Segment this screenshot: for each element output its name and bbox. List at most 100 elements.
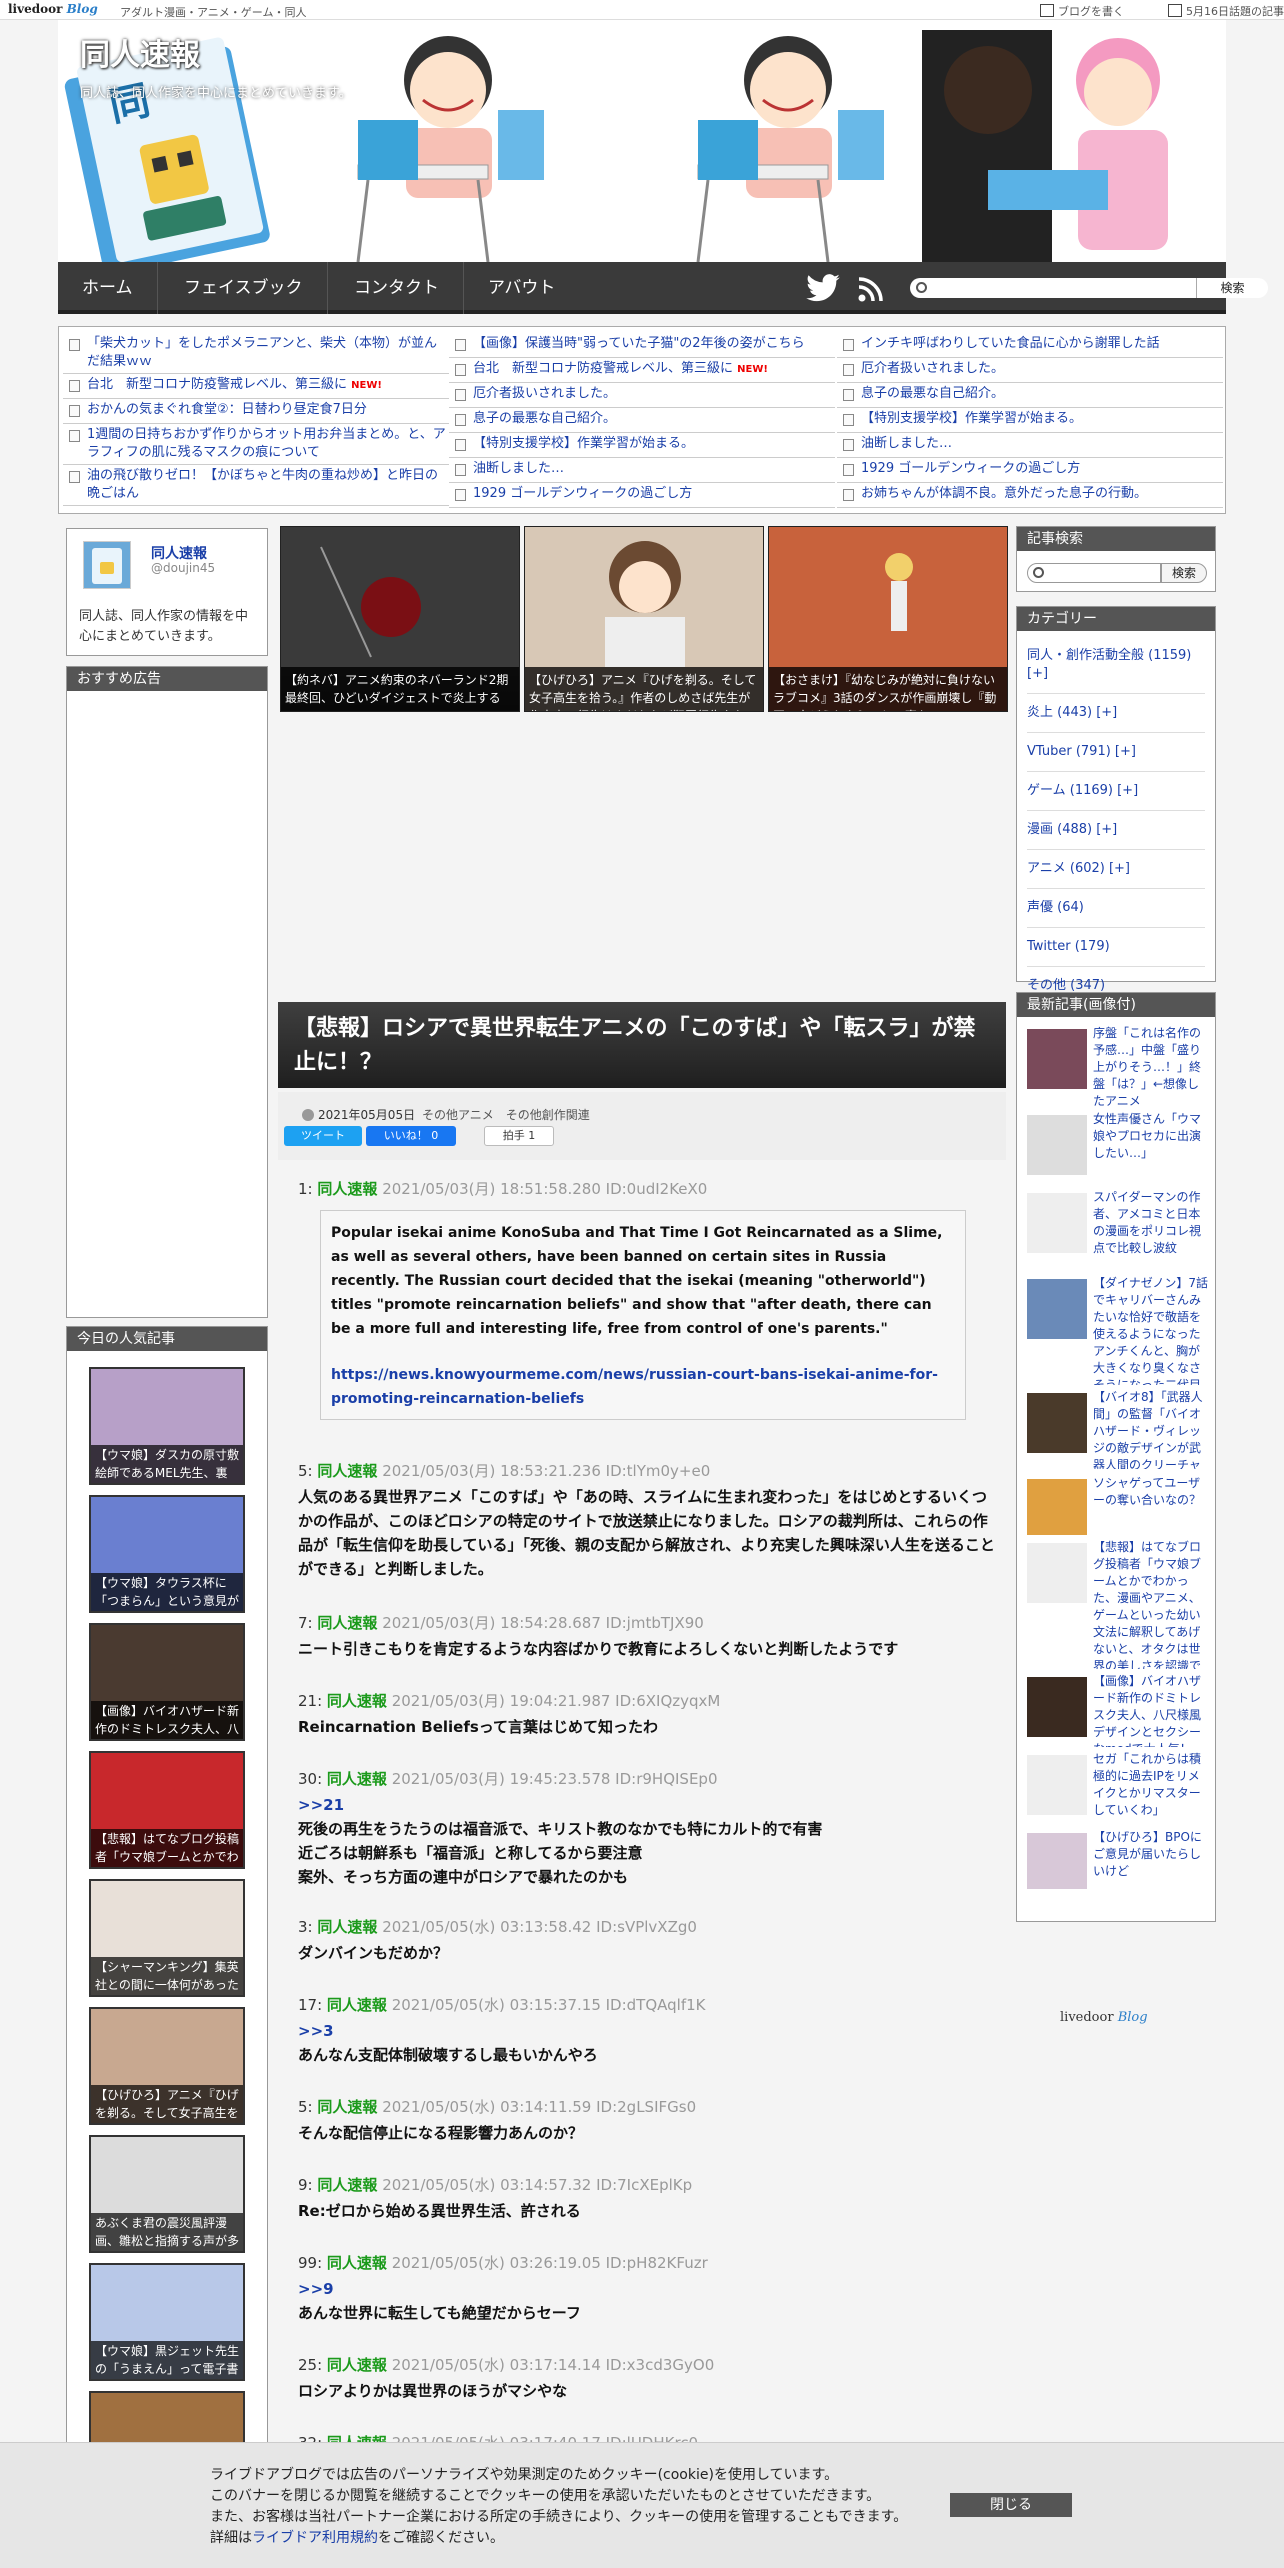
category-link[interactable]: 漫画 (488) [+]: [1027, 811, 1205, 850]
livedoor-logo[interactable]: livedoor Blog: [8, 2, 98, 16]
rss-link[interactable]: おかんの気まぐれ食堂②：日替わり昼定食7日分: [63, 399, 449, 424]
comment-author: 同人速報: [326, 1692, 387, 1710]
rss-link[interactable]: 厄介者扱いされました。: [449, 383, 835, 408]
document-icon: [843, 489, 854, 501]
rss-link[interactable]: 【特別支援学校】作業学習が始まる。: [449, 433, 835, 458]
rss-link[interactable]: 台北 新型コロナ防疫警戒レベル、第三級に NEW!: [449, 358, 835, 383]
tweet-button[interactable]: ツイート: [284, 1126, 362, 1146]
nav-home[interactable]: ホーム: [58, 262, 158, 314]
document-icon: [69, 471, 80, 483]
comment-body: ダンバインもだめか？: [298, 1944, 449, 1962]
topic-link[interactable]: 5月16日話題の記事: [1168, 3, 1284, 19]
twitter-icon[interactable]: [806, 274, 840, 302]
article-title[interactable]: 【悲報】ロシアで異世界転生アニメの「このすば」や「転スラ」が禁止に！？: [278, 1002, 1006, 1088]
category-link[interactable]: ゲーム (1169) [+]: [1027, 772, 1205, 811]
reply-anchor[interactable]: >>21: [298, 1793, 998, 1817]
rss-link[interactable]: 油断しました…: [449, 458, 835, 483]
reply-anchor[interactable]: >>9: [298, 2277, 998, 2301]
document-icon: [455, 439, 466, 451]
comment-author: 同人速報: [326, 2254, 387, 2272]
article-categories[interactable]: その他アニメ その他創作関連: [422, 1106, 590, 1123]
popular-article[interactable]: 【ウマ娘】ダスカの原寸敷絵師であるMEL先生、裏垢で: [89, 1367, 245, 1485]
profile-handle[interactable]: @doujin45: [151, 561, 215, 575]
category-box-title: カテゴリー: [1017, 607, 1215, 631]
document-icon: [843, 439, 854, 451]
reply-anchor[interactable]: >>3: [298, 2019, 998, 2043]
featured-thumb[interactable]: 【約ネバ】アニメ約束のネバーランド2期最終回、ひどいダイジェストで炎上する: [280, 526, 520, 712]
recent-article[interactable]: スパイダーマンの作者、アメコミと日本の漫画をポリコレ視点で比較し波紋: [1027, 1189, 1211, 1271]
recent-article[interactable]: 女性声優さん「ウマ娘やプロセカに出演したい…」: [1027, 1111, 1211, 1181]
featured-thumb[interactable]: 【おさまけ】『幼なじみが絶対に負けないラブコメ』3話のダンスが作画崩壊し『動画工…: [768, 526, 1008, 712]
facebook-like-button[interactable]: いいね！ 0: [366, 1126, 456, 1146]
rss-link[interactable]: 油断しました…: [837, 433, 1223, 458]
avatar[interactable]: [83, 541, 131, 589]
header-illustration: 同: [58, 20, 1226, 262]
recent-article[interactable]: ソシャゲってユーザーの奪い合いなの？: [1027, 1475, 1211, 1535]
rss-icon[interactable]: [858, 276, 884, 302]
profile-name[interactable]: 同人速報: [151, 543, 207, 563]
header-search-button[interactable]: 検索: [1196, 278, 1268, 298]
recent-box-title: 最新記事(画像付): [1017, 993, 1215, 1017]
rss-link[interactable]: 1週間の日持ちおかず作りからオット用お弁当まとめ。と、アラフィフの肌に残るマスク…: [63, 424, 449, 465]
rss-link[interactable]: お姉ちゃんが体調不良。意外だった息子の行動。: [837, 483, 1223, 508]
category-link[interactable]: VTuber (791) [+]: [1027, 733, 1205, 772]
nav-about[interactable]: アバウト: [464, 262, 579, 314]
source-link[interactable]: https://news.knowyourmeme.com/news/russi…: [331, 1367, 938, 1407]
category-link[interactable]: Twitter (179): [1027, 928, 1205, 967]
rss-link[interactable]: 厄介者扱いされました。: [837, 358, 1223, 383]
nav-facebook[interactable]: フェイスブック: [160, 262, 328, 314]
category-link[interactable]: アニメ (602) [+]: [1027, 850, 1205, 889]
document-icon: [455, 339, 466, 351]
rss-link[interactable]: 息子の最悪な自己紹介。: [449, 408, 835, 433]
site-header[interactable]: 同 同人速報 同人誌、同人作家を中心にまとめていきます。: [58, 20, 1226, 262]
document-icon: [843, 414, 854, 426]
popular-article[interactable]: 【ウマ娘】タウラス杯に「つまらん」という意見が: [89, 1495, 245, 1613]
rss-column-2: 【画像】保護当時"弱っていた子猫"の2年後の姿がこちら 台北 新型コロナ防疫警戒レ…: [449, 333, 835, 508]
popular-article[interactable]: 【悲報】はてなブログ投稿者「ウマ娘ブームとかでわ: [89, 1751, 245, 1869]
recent-article[interactable]: 【バイオ8】「武器人間」の監督「バイオハザード・ヴィレッジの敵デザインが武器人間…: [1027, 1389, 1211, 1469]
popular-article[interactable]: 【ひげひろ】アニメ『ひげを剃る。そして女子高生を: [89, 2007, 245, 2125]
recent-article[interactable]: セガ「これからは積極的に過去IPをリメイクとかリマスターしていくわ」: [1027, 1751, 1211, 1825]
site-category: アダルト漫画・アニメ・ゲーム・同人: [120, 6, 307, 19]
comment: 30: 同人速報 2021/05/03(月) 19:45:23.578 ID:r…: [298, 1768, 998, 1889]
header-search-input[interactable]: [910, 278, 1208, 298]
popular-caption: 【ウマ娘】黒ジェット先生の「うまえん」って電子書: [91, 2341, 243, 2379]
rss-link[interactable]: 1929 ゴールデンウィークの過ごし方: [449, 483, 835, 508]
rss-link[interactable]: 油の飛び散りゼロ！【かぼちゃと牛肉の重ね炒め】と昨日の晩ごはん: [63, 465, 449, 506]
rss-link[interactable]: 台北 新型コロナ防疫警戒レベル、第三級に NEW!: [63, 374, 449, 399]
category-link[interactable]: 同人・創作活動全般 (1159) [+]: [1027, 637, 1205, 694]
cookie-close-button[interactable]: 閉じる: [950, 2493, 1072, 2517]
category-link[interactable]: 炎上 (443) [+]: [1027, 694, 1205, 733]
rss-link[interactable]: インチキ呼ばわりしていた食品に心から謝罪した話: [837, 333, 1223, 358]
livedoor-footer-logo[interactable]: livedoor Blog: [1060, 2010, 1148, 2025]
popular-article[interactable]: 【シャーマンキング】集英社との間に一体何があった: [89, 1879, 245, 1997]
nav-contact[interactable]: コンタクト: [330, 262, 464, 314]
sidebar-search-button[interactable]: 検索: [1161, 563, 1207, 583]
recent-article[interactable]: 【悲報】はてなブログ投稿者「ウマ娘ブームとかでわかった、漫画やアニメ、ゲームとい…: [1027, 1539, 1211, 1669]
recent-article[interactable]: 【ひげひろ】BPOにご意見が届いたらしいけど: [1027, 1829, 1211, 1889]
terms-link[interactable]: ライブドア利用規約: [252, 2530, 378, 2546]
featured-thumb[interactable]: 【ひげひろ】アニメ『ひげを剃る。そして女子高生を拾う。』作者のしめさば先生が作中…: [524, 526, 764, 712]
recent-article[interactable]: 【ダイナゼノン】7話でキャリバーさんみたいな恰好で敬語を使えるようになったアンチ…: [1027, 1275, 1211, 1385]
rss-link[interactable]: 【画像】保護当時"弱っていた子猫"の2年後の姿がこちら: [449, 333, 835, 358]
recent-title: スパイダーマンの作者、アメコミと日本の漫画をポリコレ視点で比較し波紋: [1093, 1190, 1202, 1255]
rss-link[interactable]: 息子の最悪な自己紹介。: [837, 383, 1223, 408]
popular-article[interactable]: 【画像】バイオハザード新作のドミトレスク夫人、八: [89, 1623, 245, 1741]
comment-header: 7: 同人速報 2021/05/03(月) 18:54:28.687 ID:jm…: [298, 1614, 704, 1632]
popular-article[interactable]: 【ウマ娘】黒ジェット先生の「うまえん」って電子書: [89, 2263, 245, 2381]
write-blog-link[interactable]: ブログを書く: [1040, 3, 1124, 19]
clap-button[interactable]: 拍手 1: [484, 1126, 554, 1146]
rss-link[interactable]: 「柴犬カット」をしたポメラニアンと、柴犬（本物）が並んだ結果ｗｗ: [63, 333, 449, 374]
rss-link[interactable]: 【特別支援学校】作業学習が始まる。: [837, 408, 1223, 433]
site-title[interactable]: 同人速報: [80, 30, 200, 74]
sidebar-search-input[interactable]: [1027, 563, 1161, 583]
document-icon: [455, 364, 466, 376]
comment-body: 人気のある異世界アニメ「このすば」や「あの時、スライムに生まれ変わった」をはじめ…: [298, 1488, 995, 1578]
recent-article[interactable]: 【画像】バイオハザード新作のドミトレスク夫人、八尺様風デザインとセクシーなmod…: [1027, 1673, 1211, 1747]
popular-article[interactable]: あぶくま君の震災風評漫画、雛松と指摘する声が多: [89, 2135, 245, 2253]
recent-thumb: [1027, 1029, 1087, 1089]
rss-link[interactable]: 1929 ゴールデンウィークの過ごし方: [837, 458, 1223, 483]
rss-link-block: 「柴犬カット」をしたポメラニアンと、柴犬（本物）が並んだ結果ｗｗ 台北 新型コロナ…: [58, 326, 1226, 514]
category-link[interactable]: 声優 (64): [1027, 889, 1205, 928]
recent-article[interactable]: 序盤「これは名作の予感…」中盤「盛り上がりそう…！」終盤「は？」←想像したアニメ: [1027, 1025, 1211, 1109]
